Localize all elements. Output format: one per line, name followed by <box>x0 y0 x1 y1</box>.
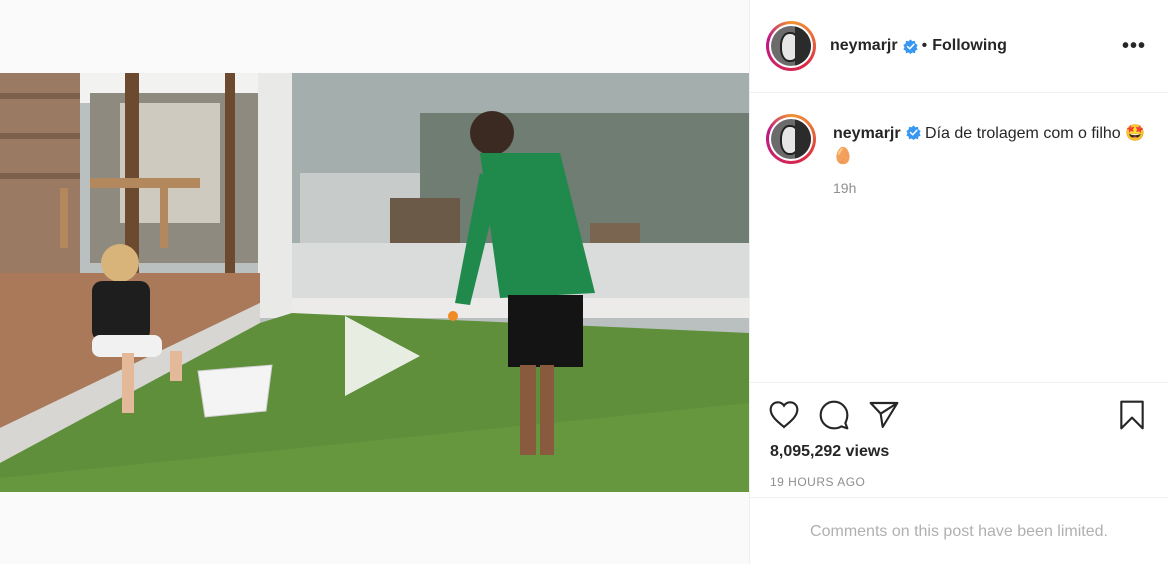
more-options-button[interactable]: ••• <box>1122 36 1146 56</box>
caption-time[interactable]: 19h <box>833 180 1156 196</box>
actions-section: 8,095,292 views 19 HOURS AGO Comments on… <box>750 382 1168 564</box>
bookmark-icon[interactable] <box>1116 399 1148 431</box>
view-count[interactable]: 8,095,292 views <box>770 443 889 461</box>
separator-dot: • <box>921 37 928 54</box>
paper-plane-icon[interactable] <box>868 399 900 431</box>
caption-avatar[interactable] <box>766 114 816 164</box>
verified-badge-icon <box>902 38 918 54</box>
comment-bubble-icon[interactable] <box>818 399 850 431</box>
post-timestamp[interactable]: 19 HOURS AGO <box>770 475 865 489</box>
media-area <box>0 0 750 564</box>
avatar[interactable] <box>766 21 816 71</box>
username-link[interactable]: neymarjr <box>830 37 898 55</box>
heart-icon[interactable] <box>768 399 800 431</box>
verified-badge-icon <box>905 125 921 140</box>
video-frame <box>0 73 749 492</box>
following-button[interactable]: Following <box>932 37 1007 55</box>
post-panel: neymarjr • Following ••• neymarjr Día de… <box>750 0 1168 564</box>
play-icon[interactable] <box>335 311 425 401</box>
caption-username[interactable]: neymarjr <box>833 125 901 142</box>
action-icons <box>768 399 900 431</box>
post-video[interactable] <box>0 73 749 492</box>
caption: neymarjr Día de trolagem com o filho 🤩🥚 … <box>766 114 1156 196</box>
comments-limited-notice: Comments on this post have been limited. <box>750 497 1168 564</box>
post-header: neymarjr • Following ••• <box>750 0 1168 93</box>
caption-text-block: neymarjr Día de trolagem com o filho 🤩🥚 <box>833 114 1156 168</box>
